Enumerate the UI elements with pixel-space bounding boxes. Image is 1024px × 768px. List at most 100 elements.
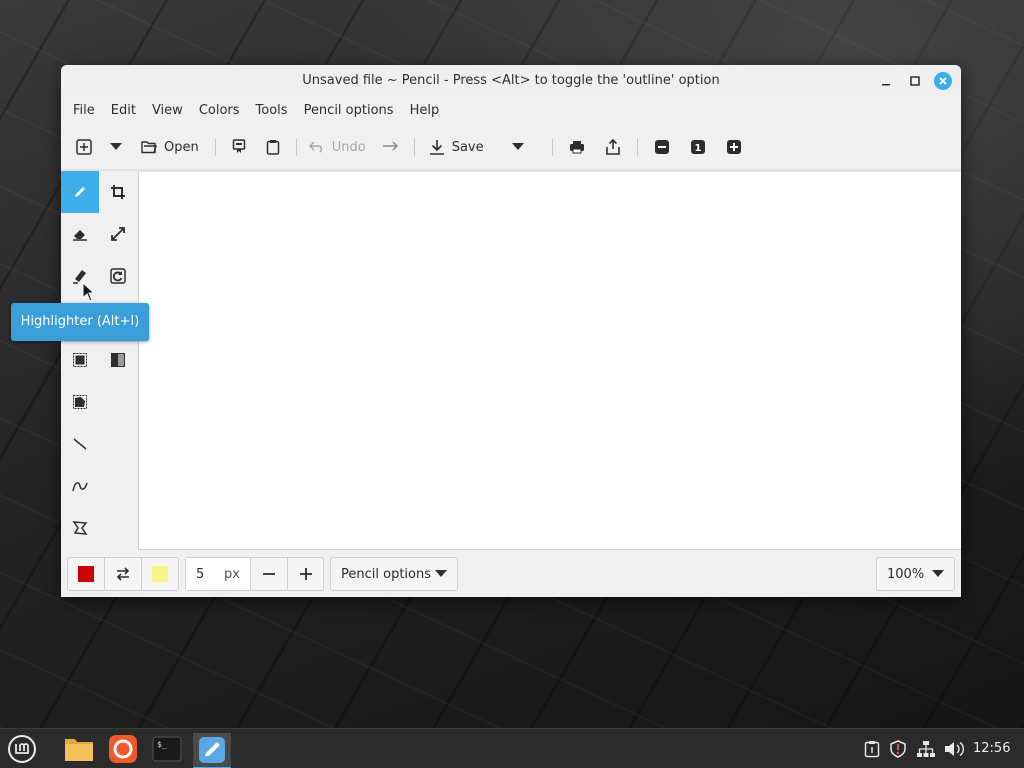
taskbar: $_ 12:56 [0, 728, 1024, 768]
bottom-options-bar: 5 px Pencil options 100% [61, 551, 961, 597]
menu-colors[interactable]: Colors [191, 97, 248, 125]
close-button[interactable] [934, 72, 952, 90]
new-image-button[interactable] [69, 132, 99, 162]
tools-panel [61, 171, 138, 551]
tool-shape[interactable] [61, 507, 99, 549]
right-color-swatch [152, 566, 168, 582]
tool-pencil[interactable] [61, 171, 99, 213]
zoom-in-button[interactable] [716, 132, 752, 162]
update-manager-tray-button[interactable] [888, 739, 908, 759]
chevron-down-icon [435, 570, 447, 577]
window-title: Unsaved file ~ Pencil - Press <Alt> to t… [302, 73, 720, 88]
zoom-out-button[interactable] [644, 132, 680, 162]
color-group [67, 557, 179, 591]
tool-rotate[interactable] [99, 255, 137, 297]
drawing-canvas[interactable] [138, 172, 961, 550]
title-bar[interactable]: Unsaved file ~ Pencil - Press <Alt> to t… [61, 65, 961, 97]
menu-file[interactable]: File [65, 97, 103, 125]
zoom-dropdown[interactable]: 100% [876, 557, 955, 591]
toolbar-separator [551, 138, 553, 156]
firefox-launcher[interactable] [106, 733, 140, 765]
network-tray-button[interactable] [916, 739, 936, 759]
zoom-out-icon [654, 140, 669, 154]
drawing-app-task[interactable] [193, 733, 231, 768]
left-color-button[interactable] [68, 558, 105, 590]
terminal-launcher[interactable]: $_ [150, 733, 184, 765]
tool-crop[interactable] [99, 171, 137, 213]
open-button[interactable]: Open [133, 132, 205, 162]
size-input[interactable]: 5 px [186, 558, 251, 590]
menu-edit[interactable]: Edit [103, 97, 144, 125]
undo-icon [308, 141, 322, 153]
shield-icon [890, 740, 906, 758]
volume-tray-button[interactable] [944, 739, 964, 759]
tooltip: Highlighter (Alt+I) [11, 303, 149, 341]
menu-pencil-options[interactable]: Pencil options [296, 97, 402, 125]
print-icon [569, 141, 584, 154]
tool-scale[interactable] [99, 213, 137, 255]
left-color-swatch [78, 566, 94, 582]
svg-text:$_: $_ [157, 740, 167, 749]
files-icon [65, 739, 93, 761]
tool-eraser[interactable] [61, 213, 99, 255]
free-select-icon [73, 395, 87, 409]
share-button[interactable] [595, 132, 631, 162]
right-color-button[interactable] [142, 558, 178, 590]
toolbar: Open Undo Save 1 [61, 127, 961, 167]
maximize-button[interactable] [906, 72, 924, 90]
maximize-icon [910, 76, 920, 86]
print-button[interactable] [559, 132, 595, 162]
menu-icon [8, 735, 36, 763]
toolbar-separator [214, 138, 216, 156]
new-image-menu-button[interactable] [99, 132, 133, 162]
download-icon [429, 140, 444, 155]
undo-label: Undo [331, 139, 366, 155]
redo-icon [382, 141, 398, 151]
volume-icon [945, 741, 964, 757]
toolbar-separator [636, 138, 638, 156]
save-label: Save [451, 139, 484, 155]
firefox-icon [109, 735, 137, 763]
toolbar-separator [413, 138, 415, 156]
tool-filters[interactable] [99, 339, 137, 381]
minus-icon [263, 573, 275, 575]
close-icon [939, 77, 947, 85]
copy-icon [232, 139, 245, 153]
tool-curve[interactable] [61, 465, 99, 507]
tool-free-select[interactable] [61, 381, 99, 423]
zoom-in-icon [726, 140, 741, 154]
size-decrease-button[interactable] [251, 558, 288, 590]
size-unit: px [224, 566, 240, 582]
zoom-reset-button[interactable]: 1 [680, 132, 716, 162]
line-icon [73, 438, 87, 450]
menu-bar: File Edit View Colors Tools Pencil optio… [61, 97, 961, 125]
files-launcher[interactable] [62, 733, 96, 765]
menu-help[interactable]: Help [402, 97, 448, 125]
menu-tools[interactable]: Tools [248, 97, 296, 125]
tool-rect-select[interactable] [61, 339, 99, 381]
zoom-reset-icon: 1 [690, 140, 705, 154]
eraser-icon [73, 230, 87, 241]
start-menu-button[interactable] [5, 733, 39, 765]
curve-icon [72, 481, 88, 492]
paste-button[interactable] [256, 132, 290, 162]
save-menu-button[interactable] [490, 132, 546, 162]
clock[interactable]: 12:56 [973, 729, 1010, 768]
minimize-button[interactable] [877, 72, 895, 90]
rotate-icon [110, 268, 126, 284]
menu-view[interactable]: View [144, 97, 191, 125]
save-button[interactable]: Save [421, 132, 490, 162]
tool-line[interactable] [61, 423, 99, 465]
copy-button[interactable] [222, 132, 256, 162]
undo-button[interactable]: Undo [303, 132, 372, 162]
minimize-icon [882, 84, 890, 86]
swap-colors-button[interactable] [105, 558, 142, 590]
redo-button[interactable] [372, 132, 408, 162]
size-increase-button[interactable] [288, 558, 323, 590]
swap-icon [116, 567, 130, 581]
clipboard-tray-button[interactable] [862, 739, 882, 759]
crop-icon [111, 185, 125, 199]
pencil-options-dropdown[interactable]: Pencil options [330, 557, 458, 591]
pencil-icon [75, 187, 85, 197]
zoom-reset-label: 1 [694, 143, 701, 154]
